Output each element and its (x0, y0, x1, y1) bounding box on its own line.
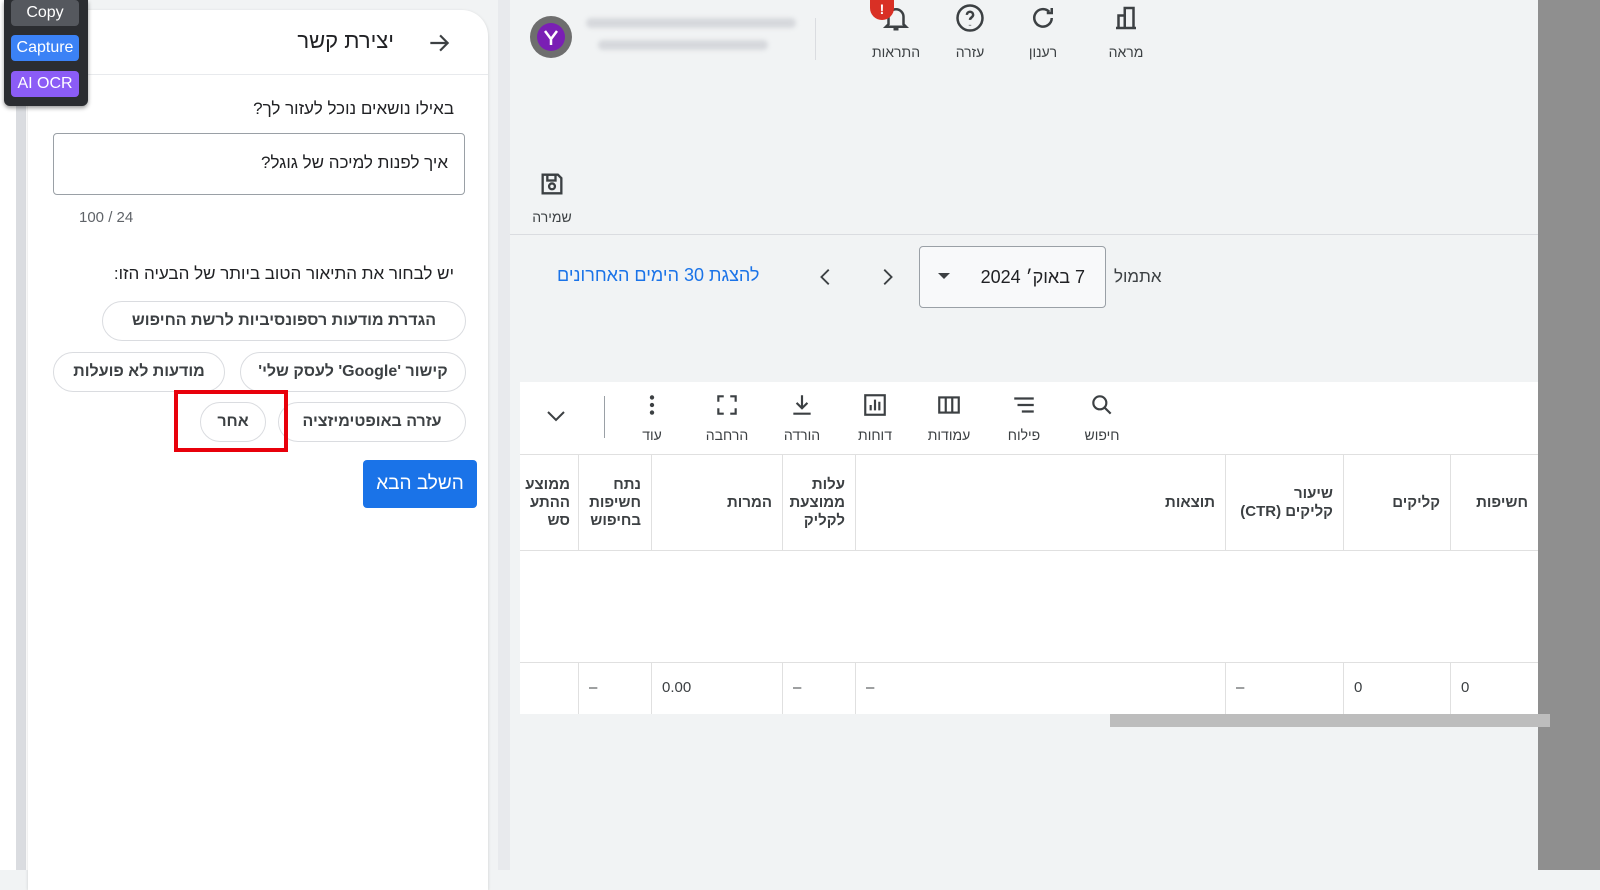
last-30-days-link[interactable]: להצגת 30 הימים האחרונים (557, 265, 759, 286)
arrow-right-icon[interactable] (426, 30, 452, 56)
cell-conversions: 0.00 (651, 662, 782, 714)
col-avg-truncated[interactable]: ממוצע ההתע סש (520, 455, 578, 551)
chevron-left-icon[interactable] (815, 265, 837, 289)
chevron-down-icon[interactable] (546, 409, 566, 423)
reports-button[interactable]: דוחות (845, 392, 905, 443)
chevron-right-icon[interactable] (876, 265, 898, 289)
account-logo-icon (537, 23, 565, 51)
appearance-label: מראה (1108, 44, 1144, 60)
cell-search-impr-share: – (578, 662, 651, 714)
columns-icon (938, 396, 960, 414)
char-counter: 100 / 24 (79, 209, 134, 226)
save-icon[interactable] (538, 170, 566, 198)
download-button[interactable]: הורדה (772, 392, 832, 443)
more-label: עוד (642, 427, 662, 443)
app-edge (498, 0, 510, 870)
col-search-impr-share[interactable]: נתח חשיפות בחיפוש (578, 455, 651, 551)
topic-input-value[interactable]: איך לפנות למיכה של גוגל? (261, 153, 448, 173)
dropdown-caret-icon[interactable] (938, 273, 950, 279)
col-ctr[interactable]: שיעור קליקים (CTR) (1225, 455, 1343, 551)
chip-ads-not-running[interactable]: מודעות לא פועלות (53, 352, 225, 392)
chip-optimization-help[interactable]: עזרה באופטימיזציה (278, 402, 466, 442)
help-icon (956, 4, 984, 32)
cell-impressions: 0 (1450, 662, 1538, 714)
help-label: עזרה (955, 44, 985, 60)
capture-toolbar: Copy Capture AI OCR (4, 0, 88, 106)
contact-panel: יצירת קשר באילו נושאים נוכל לעזור לך? אי… (28, 10, 488, 890)
cell-avg-truncated (520, 662, 578, 714)
describe-question: יש לבחור את התיאור הטוב ביותר של הבעיה ה… (113, 264, 454, 283)
toolbar-divider (604, 396, 605, 438)
fullscreen-icon (717, 395, 737, 415)
appearance-button[interactable]: מראה (1096, 3, 1156, 60)
bar-chart-icon (864, 394, 886, 416)
cell-results: – (855, 662, 1225, 714)
contact-panel-title: יצירת קשר (297, 28, 394, 53)
page-scrollbar[interactable] (16, 0, 26, 870)
chip-responsive-ads[interactable]: הגדרת מודעות רספונסיביות לרשת החיפוש (102, 301, 466, 341)
columns-label: עמודות (927, 427, 971, 443)
save-label[interactable]: שמירה (526, 209, 578, 225)
topic-input[interactable]: איך לפנות למיכה של גוגל? (53, 133, 465, 195)
download-icon (793, 395, 811, 415)
avatar[interactable] (530, 16, 572, 58)
reports-label: דוחות (858, 427, 892, 443)
notifications-label: התראות (871, 44, 921, 60)
search-button[interactable]: חיפוש (1072, 392, 1132, 443)
col-conversions[interactable]: המרות (651, 455, 782, 551)
cell-avg-cpc: – (782, 662, 855, 714)
col-avg-cpc[interactable]: עלות ממוצעת לקליק (782, 455, 855, 551)
more-button[interactable]: עוד (622, 392, 682, 443)
refresh-label: רענון (1028, 44, 1058, 60)
help-button[interactable]: עזרה (940, 3, 1000, 60)
filter-lines-icon (1014, 397, 1034, 413)
appearance-icon (1116, 6, 1136, 30)
table-toolbar: חיפוש פילוח עמודות דוחות הורדה הרחבה עוד (520, 382, 1538, 455)
topics-question: באילו נושאים נוכל לעזור לך? (253, 99, 454, 118)
header-separator (510, 234, 1538, 235)
filter-button[interactable]: פילוח (994, 392, 1054, 443)
cell-ctr: – (1225, 662, 1343, 714)
expand-label: הרחבה (705, 427, 749, 443)
cell-clicks: 0 (1343, 662, 1450, 714)
search-label: חיפוש (1084, 427, 1120, 443)
highlight-box (174, 390, 288, 452)
horizontal-scroll-thumb[interactable] (1110, 714, 1550, 727)
col-impressions[interactable]: חשיפות (1450, 455, 1538, 551)
overlay-scrim (1538, 0, 1600, 870)
more-vert-icon (649, 395, 655, 415)
date-range-label: אתמול (1114, 267, 1162, 286)
ai-ocr-button[interactable]: AI OCR (11, 71, 79, 97)
capture-button[interactable]: Capture (11, 35, 79, 61)
download-label: הורדה (783, 427, 821, 443)
col-results[interactable]: תוצאות (855, 455, 1225, 551)
expand-button[interactable]: הרחבה (697, 392, 757, 443)
filter-label: פילוח (1007, 427, 1041, 443)
refresh-icon (1033, 7, 1053, 28)
col-clicks[interactable]: קליקים (1343, 455, 1450, 551)
columns-button[interactable]: עמודות (919, 392, 979, 443)
chip-link-business[interactable]: קישור 'Google' לעסק שלי' (240, 352, 466, 392)
contact-panel-header: יצירת קשר (28, 10, 488, 75)
header-divider (815, 18, 816, 60)
stats-table-card: חיפוש פילוח עמודות דוחות הורדה הרחבה עוד (520, 382, 1550, 728)
date-picker[interactable]: 7 באוק׳ 2024 (919, 246, 1106, 308)
search-icon (1092, 395, 1112, 415)
date-value[interactable]: 7 באוק׳ 2024 (981, 267, 1085, 288)
copy-button[interactable]: Copy (11, 0, 79, 26)
next-step-button[interactable]: השלב הבא (363, 460, 477, 508)
account-info-blurred (586, 16, 802, 56)
table-header-border (520, 550, 1538, 551)
refresh-button[interactable]: רענון (1013, 3, 1073, 60)
